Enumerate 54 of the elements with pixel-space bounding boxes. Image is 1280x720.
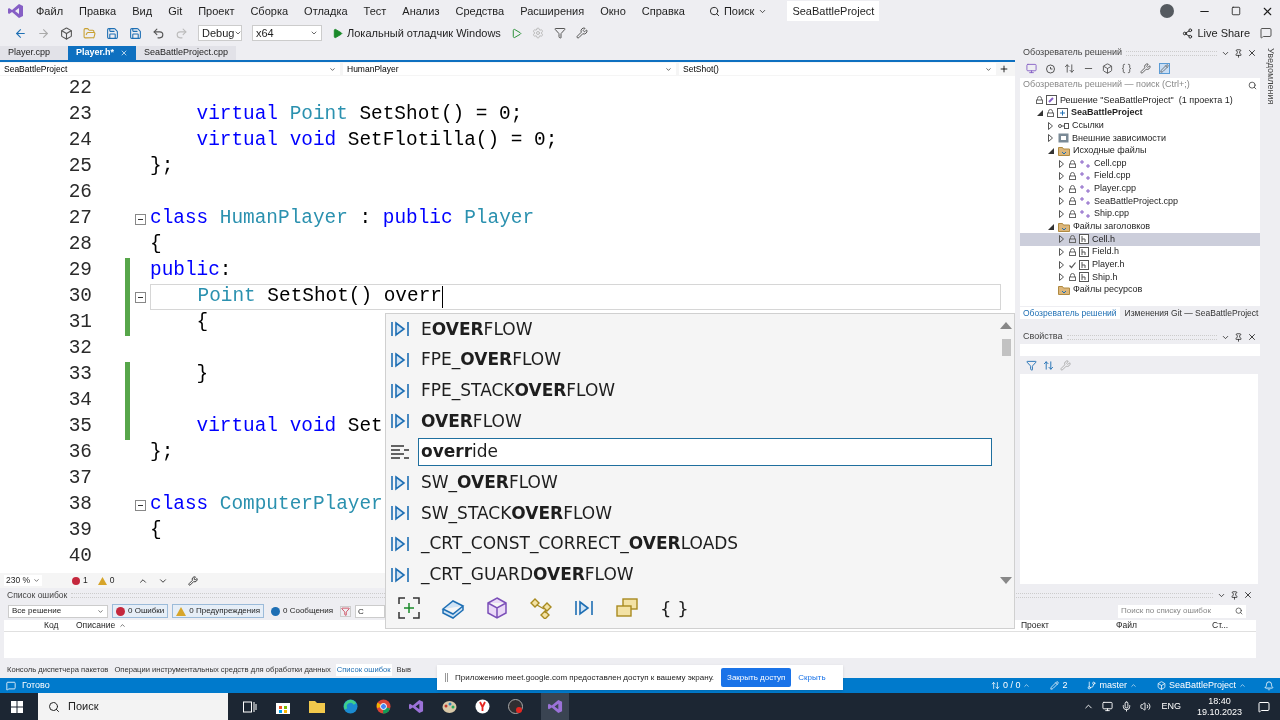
line-number: 27 (67, 206, 92, 232)
code-line: { (195, 310, 209, 336)
tree-label: Внешние зависимости (1072, 131, 1166, 145)
tree-label: SeaBattleProject.cpp (1094, 194, 1179, 208)
line-number: 32 (67, 336, 92, 362)
tree-label: Ссылки (1072, 118, 1104, 132)
code-line: } (195, 362, 209, 388)
line-number: 38 (67, 492, 92, 518)
tree-label: Решение "SeaBattleProject" (1 проекта 1) (1060, 93, 1233, 107)
code-line: class HumanPlayer : public Player (150, 206, 535, 232)
panel-title: Свойства (1023, 330, 1063, 344)
code-line: }; (150, 154, 174, 180)
line-number: 34 (67, 388, 92, 414)
line-number: 26 (67, 180, 92, 206)
line-number: 35 (67, 414, 92, 440)
tree-label: Player.h (1092, 257, 1125, 271)
project-name: SeaBattleProject (787, 0, 880, 22)
line-number: 22 (67, 76, 92, 102)
panel-title: Список ошибок (7, 588, 68, 602)
code-line: class ComputerPlayer (150, 492, 383, 518)
line-number: 30 (67, 284, 92, 310)
line-number: 40 (67, 544, 92, 570)
line-number: 28 (67, 232, 92, 258)
code-line: virtual void SetFlotilla() = 0; (195, 128, 558, 154)
tree-label: Player.cpp (1094, 182, 1137, 196)
line-number: 25 (67, 154, 92, 180)
code-line: virtual Point SetShot() = 0; (195, 102, 523, 128)
line-number: 33 (67, 362, 92, 388)
code-line: }; (150, 440, 174, 466)
code-line: { (150, 518, 162, 544)
tree-label: Cell.cpp (1094, 156, 1127, 170)
line-number: 23 (67, 102, 92, 128)
line-number: 29 (67, 258, 92, 284)
line-number: 31 (67, 310, 92, 336)
notice-text: Приложению meet.google.com предоставлен доступ к вашему экрану. (455, 671, 715, 684)
line-number: 24 (67, 128, 92, 154)
code-line: virtual void Set (195, 414, 383, 440)
tree-label: Файлы ресурсов (1073, 283, 1143, 297)
tree-label: Файлы заголовков (1073, 220, 1151, 233)
code-line: public: (150, 258, 232, 284)
panel-title: Обозреватель решений (1023, 46, 1123, 60)
code-line: { (150, 232, 162, 258)
line-number: 37 (67, 466, 92, 492)
code-line: Point SetShot() overr (196, 284, 442, 310)
tree-label: Field.cpp (1094, 169, 1131, 183)
tree-label: Field.h (1092, 245, 1119, 259)
tree-label: Cell.h (1092, 232, 1115, 246)
status-text: Готово (22, 678, 50, 692)
line-number: 36 (67, 440, 92, 466)
tree-label: SeaBattleProject (1071, 106, 1143, 120)
tree-label: Ship.h (1092, 270, 1118, 284)
tree-label: Исходные файлы (1073, 144, 1147, 158)
tree-label: Ship.cpp (1094, 207, 1130, 221)
line-number: 39 (67, 518, 92, 544)
